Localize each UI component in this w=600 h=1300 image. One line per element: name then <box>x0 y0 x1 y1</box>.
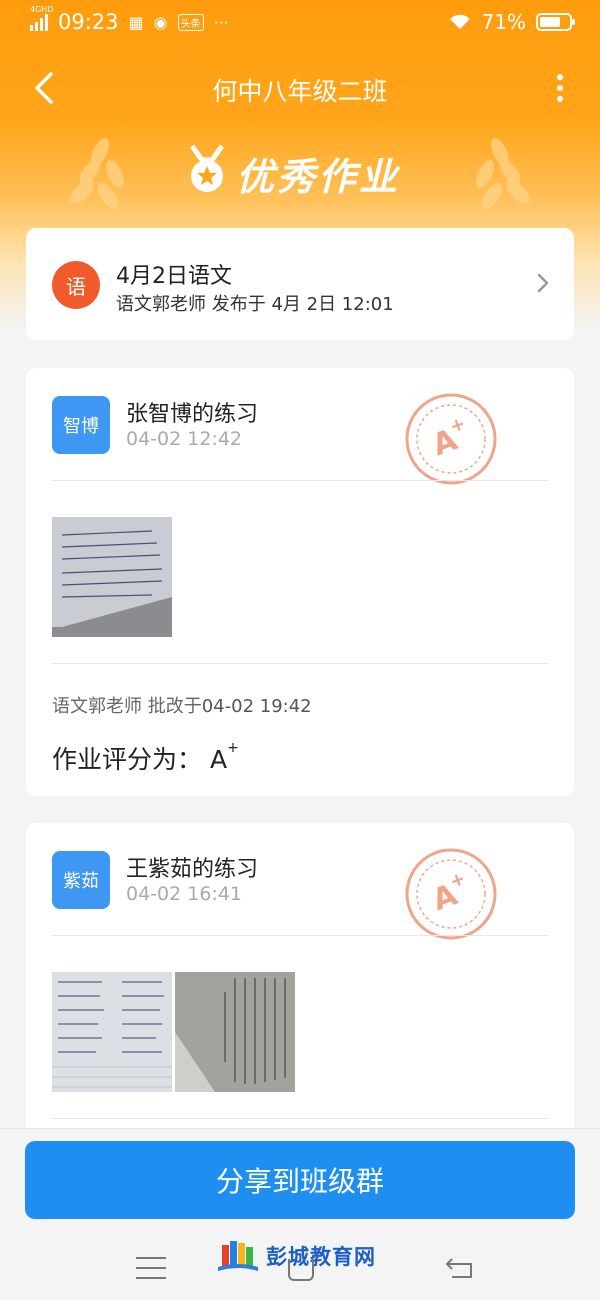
review-time: 04-02 19:42 <box>201 696 312 717</box>
homework-photo[interactable] <box>52 972 172 1092</box>
home-icon[interactable] <box>288 1259 314 1281</box>
reviewer-line: 语文郭老师 批改于04-02 19:42 <box>52 692 312 718</box>
medal-icon <box>189 144 225 192</box>
system-nav-bar: 彭城教育网 <box>0 1237 600 1297</box>
homework-card[interactable]: 语 4月2日语文 语文郭老师 发布于 4月 2日 12:01 <box>26 228 574 340</box>
subject-icon: 语 <box>52 261 100 309</box>
divider <box>52 480 548 481</box>
student-name: 王紫茹的练习 <box>126 857 259 882</box>
homework-title: 4月2日语文 <box>116 264 232 289</box>
more-options-button[interactable] <box>550 70 570 106</box>
divider <box>52 663 548 664</box>
share-to-class-group-button[interactable]: 分享到班级群 <box>25 1141 575 1219</box>
submit-time: 04-02 12:42 <box>126 428 243 450</box>
status-bar: 4GHD 09:23 ▦ ◉ 头条 ··· 71% <box>0 0 600 48</box>
homework-photo[interactable] <box>52 517 172 637</box>
avatar[interactable]: 紫茹 <box>52 851 110 909</box>
score-value: A <box>209 745 228 774</box>
submission-card: 智博 张智博的练习 04-02 12:42 A + 语文郭老师 批改于04-02… <box>26 368 574 796</box>
submit-time: 04-02 16:41 <box>126 883 243 905</box>
books-logo-icon <box>218 1241 258 1271</box>
page-title: 何中八年级二班 <box>212 77 388 106</box>
homework-photo[interactable] <box>175 972 295 1092</box>
compass-icon: ◉ <box>153 12 168 32</box>
excellent-homework-banner: 优秀作业 <box>0 132 600 222</box>
chevron-right-icon <box>537 273 549 293</box>
watermark-text: 彭城教育网 <box>266 1245 376 1269</box>
divider <box>52 935 548 936</box>
banner-title: 优秀作业 <box>236 155 401 199</box>
more-notifications-icon: ··· <box>213 12 229 32</box>
battery-percent: 71% <box>481 10 526 34</box>
homework-subtitle: 语文郭老师 发布于 4月 2日 12:01 <box>116 294 394 315</box>
score-label: 作业评分为： <box>52 745 203 774</box>
a-plus-stamp-icon: A + <box>405 393 497 485</box>
submission-card: 紫茹 王紫茹的练习 04-02 16:41 A + <box>26 823 574 1153</box>
bottom-bar: 分享到班级群 彭城教育网 <box>0 1128 600 1300</box>
nav-bar: 何中八年级二班 <box>0 58 600 118</box>
signal-icon: 4GHD <box>30 5 53 31</box>
wheat-right-icon <box>476 138 530 209</box>
reviewer-name: 语文郭老师 批改于 <box>52 696 202 717</box>
wifi-icon <box>449 14 470 29</box>
back-nav-icon[interactable] <box>444 1255 474 1281</box>
wheat-left-icon <box>70 138 124 209</box>
score-line: 作业评分为： A+ <box>52 740 239 776</box>
avatar[interactable]: 智博 <box>52 396 110 454</box>
score-sup: + <box>227 740 239 756</box>
menu-icon[interactable] <box>136 1257 166 1287</box>
divider <box>52 1118 548 1119</box>
student-name: 张智博的练习 <box>126 402 259 427</box>
calendar-icon: ▦ <box>128 12 144 32</box>
news-badge: 头条 <box>177 13 204 31</box>
battery-icon <box>536 13 575 31</box>
status-time: 09:23 <box>58 10 119 34</box>
a-plus-stamp-icon: A + <box>405 848 497 940</box>
